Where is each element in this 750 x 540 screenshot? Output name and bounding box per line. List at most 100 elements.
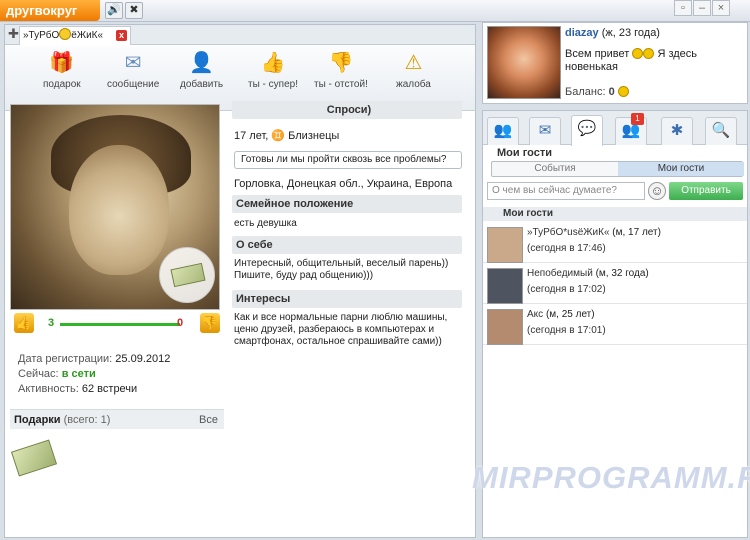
close-tab-icon[interactable]: x	[116, 30, 127, 41]
registration-row: Дата регистрации: 25.09.2012	[18, 352, 218, 367]
gift-button[interactable]: 🎁 подарок	[43, 50, 81, 90]
status-question: Готовы ли мы пройти сквозь все проблемы?	[234, 151, 462, 169]
interests-header: Интересы	[232, 290, 462, 308]
family-value: есть девушка	[234, 218, 297, 229]
add-label: добавить	[180, 79, 224, 90]
guest-name-row: Непобедимый (м, 32 года)	[527, 268, 649, 279]
add-user-icon: 👤	[189, 52, 215, 74]
guest-time: (сегодня в 17:46)	[527, 243, 606, 254]
super-button[interactable]: 👍 ты - супер!	[248, 50, 298, 90]
my-name[interactable]: diazay	[565, 27, 599, 39]
profile-meta: Дата регистрации: 25.09.2012 Сейчас: в с…	[18, 352, 218, 397]
money-gift-badge[interactable]	[159, 247, 215, 303]
my-profile-card: diazay (ж, 23 года) Всем привет Я здесь …	[482, 22, 748, 104]
watermark: MIRPROGRAMM.RU	[472, 460, 750, 495]
balance-value: 0	[608, 86, 615, 98]
location: Горловка, Донецкая обл., Украина, Европа	[234, 178, 453, 190]
age-zodiac: 17 лет, ♊ Близнецы	[234, 130, 464, 142]
guest-info: (м, 32 года)	[595, 268, 649, 279]
rating-bar: 👍 3 0 👎	[12, 313, 222, 335]
guest-avatar[interactable]	[487, 227, 523, 263]
thumb-down-icon: 👎	[328, 52, 354, 74]
dislikes-count: 0	[177, 317, 184, 329]
profile-photo[interactable]	[10, 104, 220, 310]
message-button[interactable]: ✉ сообщение	[107, 50, 159, 90]
guest-info: (м, 17 лет)	[612, 227, 661, 238]
list-item[interactable]: Непобедимый (м, 32 года) (сегодня в 17:0…	[483, 264, 747, 304]
minimize-icon[interactable]: –	[693, 0, 711, 16]
dislike-icon[interactable]: 👎	[200, 313, 220, 333]
family-header: Семейное положение	[232, 195, 462, 213]
close-window-icon[interactable]: ×	[712, 0, 730, 16]
guest-name[interactable]: Акс	[527, 309, 543, 320]
activity-value: 62 встречи	[81, 383, 138, 395]
guest-avatar[interactable]	[487, 309, 523, 345]
guests-tab-icon[interactable]: 👥 1	[615, 113, 647, 145]
gifts-all-link[interactable]: Все	[199, 410, 218, 430]
guest-time: (сегодня в 17:02)	[527, 284, 606, 295]
settings-icon[interactable]: ✖	[125, 2, 143, 19]
my-avatar[interactable]	[487, 26, 561, 99]
seg-guests[interactable]: Мои гости	[618, 162, 744, 176]
interests-text: Как и все нормальные парни люблю машины,…	[234, 312, 448, 347]
about-header: О себе	[232, 236, 462, 254]
like-icon[interactable]: 👍	[14, 313, 34, 333]
guests-title: Мои гости	[497, 147, 552, 159]
list-item[interactable]: »ТуРбО*usёЖиК« (м, 17 лет) (сегодня в 17…	[483, 223, 747, 263]
tab-bar: ✚ »ТуРбО ёЖиК« x	[5, 25, 475, 45]
likes-count: 3	[48, 317, 55, 329]
smile-icon	[59, 28, 72, 40]
add-friend-button[interactable]: 👤 добавить	[180, 50, 223, 90]
about-text: Интересный, общительный, веселый парень)…	[234, 258, 449, 281]
guest-name[interactable]: Непобедимый	[527, 268, 593, 279]
activity-label: Активность:	[18, 383, 79, 395]
status-compose-input[interactable]: О чем вы сейчас думаете?	[487, 182, 645, 200]
activity-row: Активность: 62 встречи	[18, 382, 218, 397]
my-status-part1: Всем привет	[565, 48, 630, 60]
right-tab-bar: 👥 ✉ 💬 👥 1 ✱ 🔍	[483, 111, 747, 146]
zodiac-icon: ♊	[271, 130, 286, 142]
reg-label: Дата регистрации:	[18, 353, 113, 365]
thumb-up-icon: 👍	[260, 52, 286, 74]
rating-progress	[60, 323, 180, 326]
top-bar: другвокруг 🔊 ✖ ▫ – ×	[0, 0, 750, 22]
my-info: (ж, 23 года)	[601, 27, 660, 39]
guest-name-row: »ТуРбО*usёЖиК« (м, 17 лет)	[527, 227, 661, 238]
gifts-count: (всего: 1)	[63, 414, 111, 426]
my-status-part3: новенькая	[565, 61, 618, 73]
my-status-part2: Я здесь	[657, 48, 698, 60]
guest-info: (м, 25 лет)	[545, 309, 595, 320]
search-tab-icon[interactable]: 🔍	[705, 117, 737, 145]
super-label: ты - супер!	[248, 79, 298, 90]
complain-button[interactable]: ⚠ жалоба	[396, 50, 431, 90]
sound-icon[interactable]: 🔊	[105, 2, 123, 19]
balance-label: Баланс:	[565, 86, 606, 98]
app-logo[interactable]: другвокруг	[0, 0, 100, 21]
list-item[interactable]: Акс (м, 25 лет) (сегодня в 17:01)	[483, 305, 747, 345]
envelope-icon: ✉	[124, 52, 142, 74]
gift-icon: 🎁	[49, 52, 75, 74]
seg-events[interactable]: События	[492, 162, 618, 176]
bluetooth-tab-icon[interactable]: ✱	[661, 117, 693, 145]
message-label: сообщение	[107, 79, 160, 90]
photo-face	[69, 145, 169, 275]
guest-avatar[interactable]	[487, 268, 523, 304]
send-button[interactable]: Отправить	[669, 182, 743, 200]
now-label: Сейчас:	[18, 368, 59, 380]
tab-profile[interactable]: »ТуРбО ёЖиК« x	[19, 26, 131, 45]
mail-tab-icon[interactable]: ✉	[529, 117, 561, 145]
coin-icon	[617, 86, 629, 97]
friends-tab-icon[interactable]: 👥	[487, 117, 519, 145]
money-icon	[170, 262, 206, 288]
guest-name[interactable]: »ТуРбО*usёЖиК«	[527, 227, 610, 238]
chat-tab-icon[interactable]: 💬	[571, 115, 603, 146]
guest-time: (сегодня в 17:01)	[527, 325, 606, 336]
online-status: в сети	[61, 368, 96, 380]
my-status[interactable]: Всем привет Я здесь новенькая	[565, 48, 745, 74]
emoji-button-icon[interactable]: ☺	[648, 182, 666, 200]
gift-label: подарок	[43, 79, 81, 90]
smile-icon	[643, 48, 655, 59]
zodiac: Близнецы	[288, 130, 340, 142]
restore-icon[interactable]: ▫	[674, 0, 692, 16]
bad-button[interactable]: 👎 ты - отстой!	[314, 50, 368, 90]
